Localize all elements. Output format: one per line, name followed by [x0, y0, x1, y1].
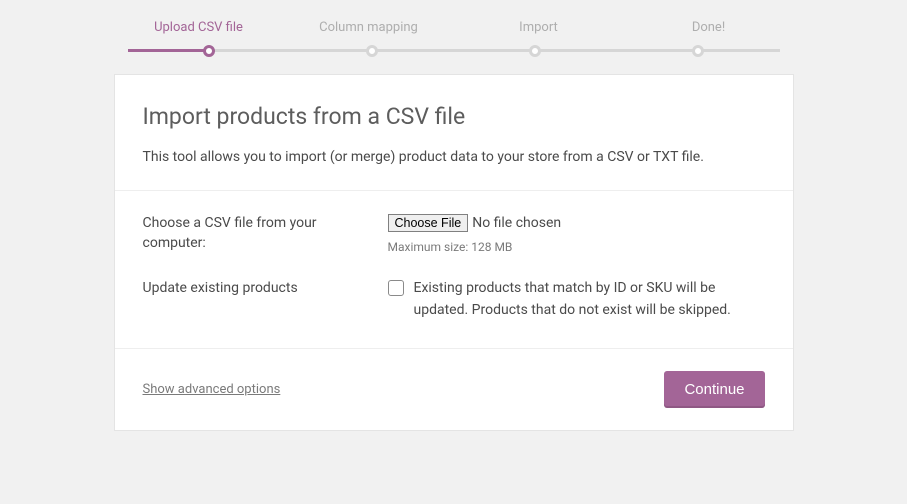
step-dot-4	[692, 45, 704, 57]
step-mapping: Column mapping	[284, 20, 454, 35]
file-label: Choose a CSV file from your computer:	[143, 213, 388, 257]
step-dot-1	[203, 45, 215, 57]
update-checkbox[interactable]	[388, 280, 404, 296]
continue-button[interactable]: Continue	[664, 371, 764, 408]
progress-fill	[128, 49, 210, 52]
update-row: Update existing products Existing produc…	[143, 278, 765, 321]
page-subtitle: This tool allows you to import (or merge…	[143, 148, 765, 168]
update-description: Existing products that match by ID or SK…	[414, 278, 765, 321]
import-stepper: Upload CSV file Column mapping Import Do…	[114, 20, 794, 66]
step-dot-2	[366, 45, 378, 57]
step-upload: Upload CSV file	[114, 20, 284, 35]
card-footer: Show advanced options Continue	[115, 349, 793, 430]
step-dot-3	[529, 45, 541, 57]
choose-file-button[interactable]: Choose File	[388, 214, 469, 232]
page-title: Import products from a CSV file	[143, 103, 765, 130]
step-import: Import	[454, 20, 624, 35]
step-done: Done!	[624, 20, 794, 35]
update-label: Update existing products	[143, 278, 388, 321]
file-status: No file chosen	[472, 213, 561, 233]
file-row: Choose a CSV file from your computer: Ch…	[143, 213, 765, 257]
card-body: Choose a CSV file from your computer: Ch…	[115, 191, 793, 349]
import-card: Import products from a CSV file This too…	[114, 74, 794, 431]
card-header: Import products from a CSV file This too…	[115, 75, 793, 191]
file-hint: Maximum size: 128 MB	[388, 239, 765, 256]
advanced-options-link[interactable]: Show advanced options	[143, 382, 281, 397]
progress-track	[128, 49, 780, 52]
